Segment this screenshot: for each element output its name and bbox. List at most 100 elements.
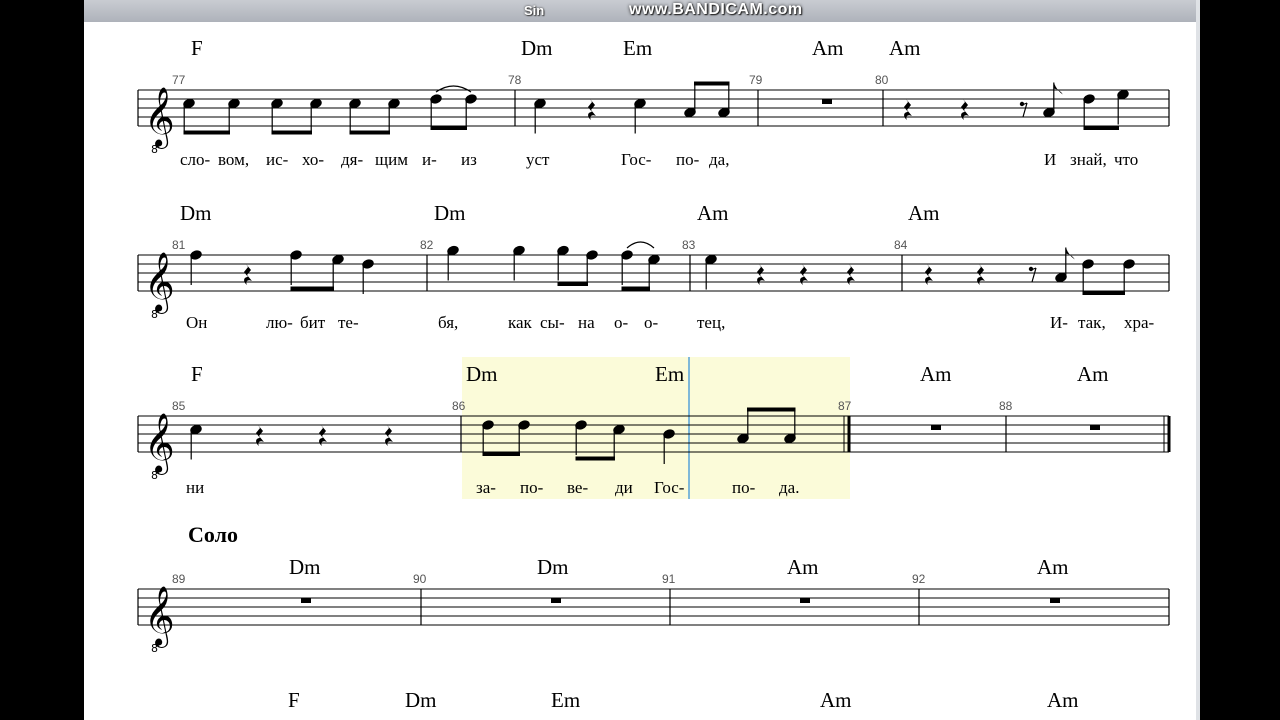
whole-rest-icon bbox=[1090, 425, 1100, 430]
measure-number: 81 bbox=[172, 238, 186, 252]
lyric-syllable: о- bbox=[644, 313, 659, 332]
chord-label: Dm bbox=[434, 201, 466, 225]
measure-number: 88 bbox=[999, 399, 1013, 413]
measure-number: 91 bbox=[662, 572, 676, 586]
bandicam-watermark: www.BANDICAM.com bbox=[629, 1, 803, 18]
lyric-syllable: за- bbox=[476, 478, 496, 497]
lyric-syllable: Гос- bbox=[621, 150, 652, 169]
whole-rest-icon bbox=[551, 598, 561, 603]
measure-number: 79 bbox=[749, 73, 763, 87]
lyric-syllable: по- bbox=[732, 478, 756, 497]
chord-label: Am bbox=[908, 201, 940, 225]
chord-label: Em bbox=[623, 36, 653, 60]
chord-label: Dm bbox=[180, 201, 212, 225]
chord-label: Dm bbox=[289, 555, 321, 579]
lyric-syllable: сы- bbox=[540, 313, 565, 332]
note-beam bbox=[621, 286, 650, 291]
lyric-syllable: о- bbox=[614, 313, 629, 332]
lyric-syllable: да, bbox=[709, 150, 730, 169]
measure-number: 89 bbox=[172, 572, 186, 586]
note-beam bbox=[747, 407, 796, 412]
chord-label: Am bbox=[889, 36, 921, 60]
treble-clef-icon: 𝄞 bbox=[144, 87, 175, 149]
lyric-syllable: Он bbox=[186, 313, 208, 332]
lyric-syllable: И bbox=[1044, 150, 1057, 169]
chord-label: Am bbox=[920, 362, 952, 386]
lyric-syllable: сло- bbox=[180, 150, 211, 169]
whole-rest-icon bbox=[1050, 598, 1060, 603]
lyric-syllable: ди bbox=[615, 478, 633, 497]
treble-clef-icon: 𝄞 bbox=[144, 413, 175, 475]
octave-mark: 8 bbox=[151, 469, 158, 482]
note-beam bbox=[1083, 126, 1119, 130]
lyric-syllable: бит bbox=[300, 313, 326, 332]
lyric-syllable: хра- bbox=[1124, 313, 1155, 332]
whole-rest-icon bbox=[301, 598, 311, 603]
chord-label: Em bbox=[655, 362, 685, 386]
chord-label: Dm bbox=[405, 688, 437, 712]
section-label: Соло bbox=[188, 522, 238, 547]
measure-number: 78 bbox=[508, 73, 522, 87]
scrollbar[interactable] bbox=[1196, 0, 1200, 720]
chord-label: Am bbox=[820, 688, 852, 712]
tie bbox=[435, 85, 472, 93]
note-beam bbox=[1082, 291, 1125, 295]
lyric-syllable: как bbox=[508, 313, 532, 332]
window-title: Sin bbox=[524, 3, 545, 18]
title-bar: Sin www.BANDICAM.com bbox=[84, 0, 1196, 23]
lyric-syllable: щим bbox=[375, 150, 408, 169]
note-beam bbox=[183, 130, 230, 135]
score-page[interactable]: 𝄞 8 𝄞 8 𝄞 8 𝄞 8 F Dm Em Am Am 77 78 79 80 сло- … bbox=[84, 22, 1196, 720]
tie bbox=[626, 241, 655, 249]
lyric-syllable: уст bbox=[526, 150, 550, 169]
notation-canvas: 𝄞8𝄞8𝄞8𝄞8 bbox=[137, 81, 1171, 655]
chord-label: Am bbox=[1047, 688, 1079, 712]
lyric-syllable: ве- bbox=[567, 478, 589, 497]
note-beam bbox=[482, 452, 520, 456]
note-beam bbox=[694, 81, 730, 86]
chord-label: Am bbox=[1037, 555, 1069, 579]
lyric-syllable: тец, bbox=[697, 313, 726, 332]
measure-number: 82 bbox=[420, 238, 434, 252]
lyric-syllable: дя- bbox=[341, 150, 364, 169]
lyric-syllable: по- bbox=[676, 150, 700, 169]
measure-number: 86 bbox=[452, 399, 466, 413]
lyric-syllable: бя, bbox=[438, 313, 459, 332]
lyric-syllable: по- bbox=[520, 478, 544, 497]
chord-label: Dm bbox=[521, 36, 553, 60]
lyric-syllable: вом, bbox=[218, 150, 250, 169]
chord-label: Am bbox=[812, 36, 844, 60]
measure-number: 83 bbox=[682, 238, 696, 252]
lyric-syllable: знай, bbox=[1070, 150, 1107, 169]
measure-number: 77 bbox=[172, 73, 186, 87]
lyric-syllable: И- bbox=[1050, 313, 1068, 332]
note-beam bbox=[349, 130, 390, 135]
note-beam bbox=[557, 282, 588, 286]
lyric-syllable: лю- bbox=[266, 313, 293, 332]
treble-clef-icon: 𝄞 bbox=[144, 586, 175, 648]
whole-rest-icon bbox=[822, 99, 832, 104]
measure-number: 85 bbox=[172, 399, 186, 413]
treble-clef-icon: 𝄞 bbox=[144, 252, 175, 314]
note-beam bbox=[430, 126, 467, 130]
measure-number: 90 bbox=[413, 572, 427, 586]
note-beam bbox=[575, 456, 615, 461]
chord-label: Em bbox=[551, 688, 581, 712]
note-flag bbox=[1053, 82, 1063, 95]
lyric-syllable: те- bbox=[338, 313, 359, 332]
chord-label: F bbox=[191, 362, 203, 386]
lyric-syllable: на bbox=[578, 313, 595, 332]
lyric-syllable: да. bbox=[779, 478, 800, 497]
octave-mark: 8 bbox=[151, 308, 158, 321]
measure-number: 84 bbox=[894, 238, 908, 252]
measure-number: 92 bbox=[912, 572, 926, 586]
octave-mark: 8 bbox=[151, 143, 158, 156]
note-beam bbox=[290, 286, 334, 291]
whole-rest-icon bbox=[931, 425, 941, 430]
octave-mark: 8 bbox=[151, 642, 158, 655]
note-flag bbox=[1065, 247, 1075, 260]
lyric-syllable: из bbox=[461, 150, 477, 169]
lyric-syllable: что bbox=[1114, 150, 1139, 169]
lyric-syllable: ис- bbox=[266, 150, 289, 169]
measure-number: 80 bbox=[875, 73, 889, 87]
